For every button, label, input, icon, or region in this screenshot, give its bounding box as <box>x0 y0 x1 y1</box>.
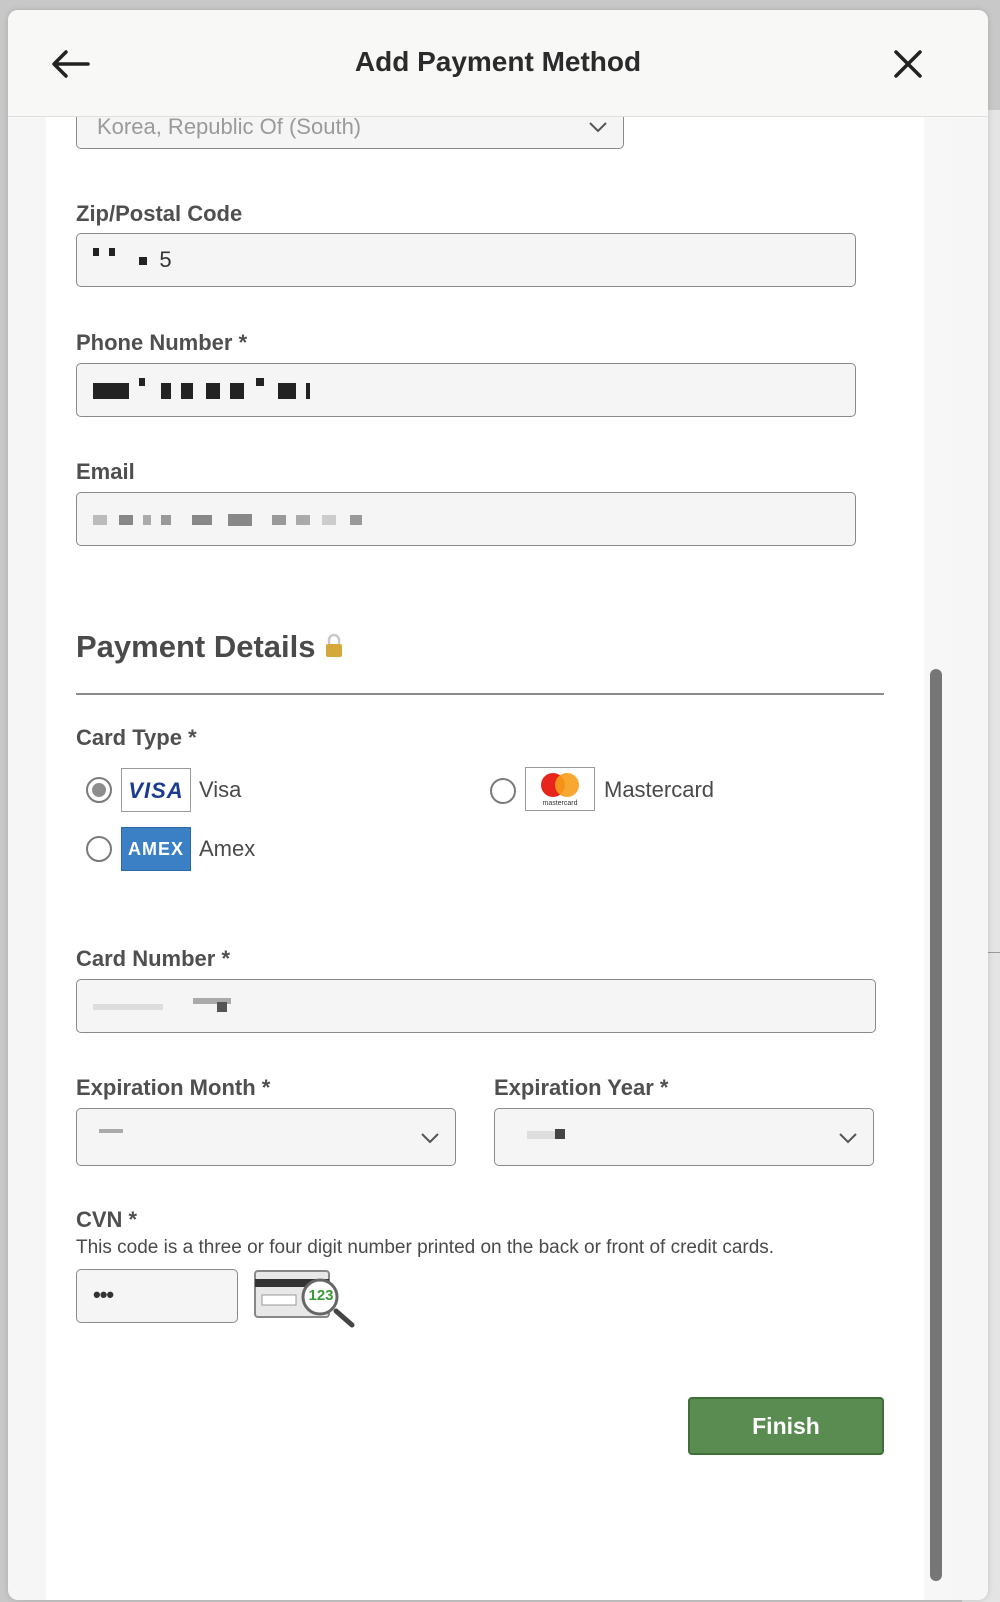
mastercard-logo-text: mastercard <box>542 800 578 807</box>
card-number-label: Card Number * <box>76 946 231 971</box>
amex-radio[interactable] <box>86 836 112 862</box>
zip-masked <box>93 247 153 272</box>
phone-masked <box>93 377 310 402</box>
country-select-value: Korea, Republic Of (South) <box>97 117 362 139</box>
exp-year-masked-2 <box>555 1129 565 1139</box>
email-input[interactable] <box>76 492 856 546</box>
cvn-help-text: This code is a three or four digit numbe… <box>76 1237 775 1258</box>
add-payment-modal: Add Payment Method Korea, Republic Of (S… <box>8 10 988 1600</box>
scrollbar-thumb[interactable] <box>930 669 942 1581</box>
visa-label: Visa <box>199 777 242 802</box>
close-button[interactable] <box>888 44 928 84</box>
phone-label: Phone Number * <box>76 330 248 355</box>
scrollbar-track[interactable] <box>924 117 952 1600</box>
card-number-masked <box>93 993 232 1018</box>
modal-header: Add Payment Method <box>8 10 988 117</box>
close-icon <box>894 50 922 78</box>
finish-button[interactable]: Finish <box>688 1397 884 1455</box>
form-scroll-area[interactable]: Korea, Republic Of (South) Zip/Postal Co… <box>46 117 924 1600</box>
cvn-label: CVN * <box>76 1207 138 1232</box>
zip-label: Zip/Postal Code <box>76 201 243 226</box>
exp-month-masked <box>99 1129 123 1133</box>
visa-radio[interactable] <box>86 777 112 803</box>
cvn-value: ••• <box>93 1282 114 1307</box>
finish-button-label: Finish <box>752 1413 820 1439</box>
mastercard-radio[interactable] <box>490 778 516 804</box>
country-select[interactable]: Korea, Republic Of (South) <box>76 117 624 149</box>
chevron-down-icon <box>839 1133 857 1144</box>
chevron-down-icon <box>421 1133 439 1144</box>
email-masked <box>93 506 363 531</box>
lock-icon <box>326 633 342 657</box>
email-label: Email <box>76 459 135 484</box>
mastercard-label: Mastercard <box>604 777 715 802</box>
cvn-input[interactable]: ••• <box>76 1269 238 1323</box>
exp-month-select[interactable] <box>76 1108 456 1166</box>
exp-year-masked-1 <box>527 1131 557 1139</box>
zip-input[interactable]: 5 <box>76 233 856 287</box>
exp-month-label: Expiration Month * <box>76 1075 271 1100</box>
card-number-input[interactable] <box>76 979 876 1033</box>
modal-title: Add Payment Method <box>354 46 642 77</box>
mastercard-logo: mastercard <box>525 767 595 811</box>
zip-value: 5 <box>159 247 172 272</box>
payment-details-title: Payment Details <box>76 629 316 664</box>
cvn-illustration-number: 123 <box>308 1287 334 1304</box>
amex-logo-text: AMEX <box>127 839 184 859</box>
amex-logo: AMEX <box>121 827 191 871</box>
visa-logo: VISA <box>121 768 191 812</box>
amex-label: Amex <box>199 836 256 861</box>
section-divider <box>76 693 884 695</box>
card-type-label: Card Type * <box>76 725 197 750</box>
cvn-card-illustration: 123 <box>254 1267 358 1329</box>
chevron-down-icon <box>589 122 607 133</box>
visa-logo-text: VISA <box>128 778 184 803</box>
exp-year-label: Expiration Year * <box>494 1075 669 1100</box>
phone-input[interactable] <box>76 363 856 417</box>
exp-year-select[interactable] <box>494 1108 874 1166</box>
